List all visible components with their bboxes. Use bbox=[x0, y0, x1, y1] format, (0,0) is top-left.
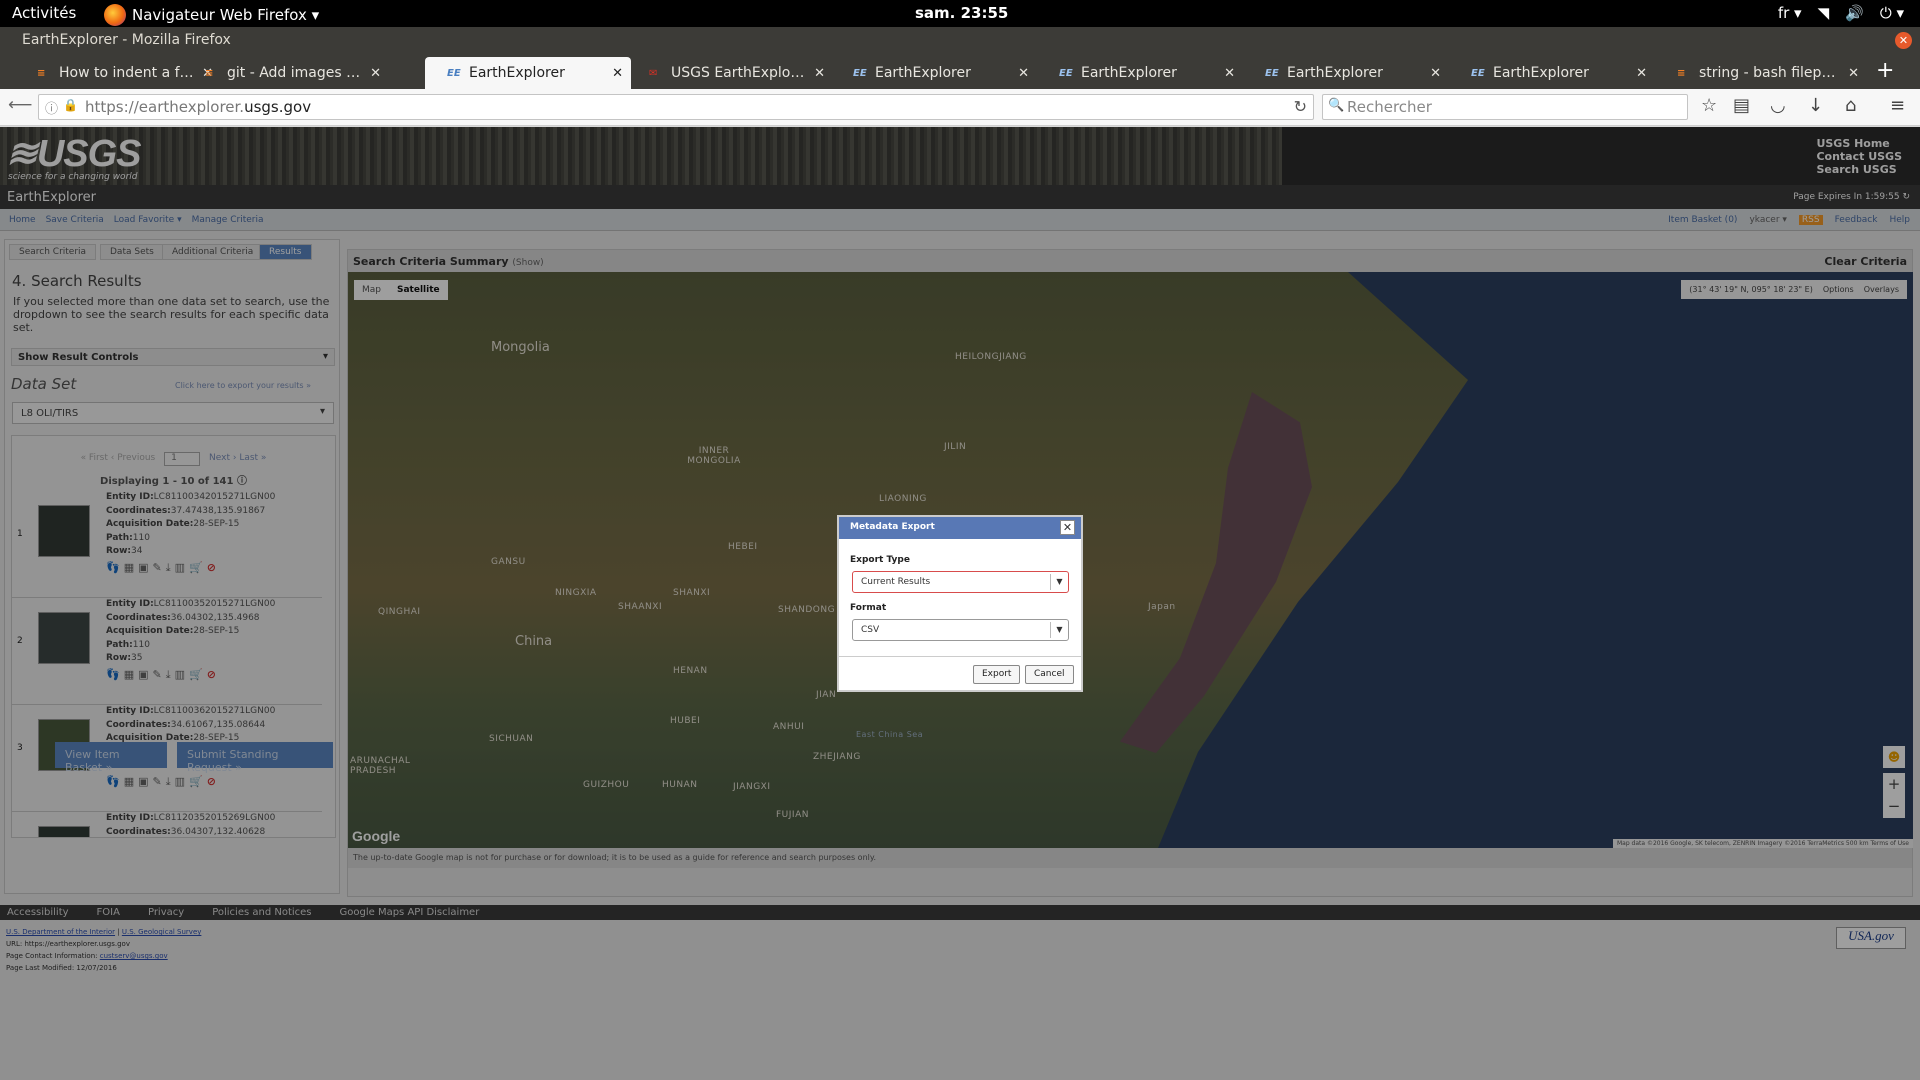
url-prefix: https://earthexplorer. bbox=[85, 98, 245, 116]
tab-8[interactable]: ≡ string - bash filepat... ✕ bbox=[1655, 57, 1867, 89]
tab-3[interactable]: ✉ USGS EarthExplore... ✕ bbox=[627, 57, 833, 89]
chevron-down-icon: ▼ bbox=[1050, 574, 1068, 590]
tab-close-icon[interactable]: ✕ bbox=[1018, 66, 1029, 81]
hamburger-menu-icon[interactable]: ≡ bbox=[1890, 95, 1905, 116]
search-icon: 🔍 bbox=[1328, 98, 1345, 113]
system-tray[interactable]: fr ▾ ◥ 🔊 ⏻ ▾ bbox=[1778, 4, 1904, 22]
chevron-down-icon: ▼ bbox=[1050, 622, 1068, 638]
tab-label: EarthExplorer bbox=[1081, 65, 1177, 81]
tab-label: EarthExplorer bbox=[875, 65, 971, 81]
bookmark-star-icon[interactable]: ☆ bbox=[1701, 95, 1717, 116]
tab-label: USGS EarthExplore... bbox=[671, 65, 809, 81]
tab-close-icon[interactable]: ✕ bbox=[1848, 66, 1859, 81]
info-icon[interactable]: ⓘ bbox=[45, 98, 58, 117]
tab-close-icon[interactable]: ✕ bbox=[814, 66, 825, 81]
dialog-title: Metadata Export bbox=[850, 522, 935, 532]
window-close-icon[interactable]: ✕ bbox=[1895, 32, 1912, 49]
reload-icon[interactable]: ↻ bbox=[1294, 97, 1307, 116]
home-icon[interactable]: ⌂ bbox=[1845, 95, 1856, 116]
volume-icon[interactable]: 🔊 bbox=[1845, 4, 1864, 22]
tab-close-icon[interactable]: ✕ bbox=[612, 66, 623, 81]
tab-6[interactable]: EE EarthExplorer ✕ bbox=[1243, 57, 1449, 89]
tab-close-icon[interactable]: ✕ bbox=[1224, 66, 1235, 81]
system-top-bar: Activités Navigateur Web Firefox ▾ sam. … bbox=[0, 0, 1920, 27]
export-type-value: Current Results bbox=[861, 577, 931, 587]
earthexplorer-icon: EE bbox=[1471, 67, 1485, 79]
language-indicator[interactable]: fr ▾ bbox=[1778, 4, 1802, 22]
power-icon[interactable]: ⏻ ▾ bbox=[1880, 4, 1904, 22]
format-select[interactable]: CSV ▼ bbox=[852, 619, 1069, 641]
download-icon[interactable]: ↓ bbox=[1808, 95, 1823, 116]
tab-label: How to indent a fe... bbox=[59, 65, 197, 81]
clock[interactable]: sam. 23:55 bbox=[915, 4, 1008, 22]
export-type-label: Export Type bbox=[850, 555, 910, 565]
earthexplorer-icon: EE bbox=[1265, 67, 1279, 79]
tab-label: EarthExplorer bbox=[469, 65, 565, 81]
dialog-header: Metadata Export ✕ bbox=[839, 517, 1081, 539]
back-arrow-icon[interactable]: ⟵ bbox=[8, 95, 32, 115]
window-title: EarthExplorer - Mozilla Firefox bbox=[22, 32, 231, 48]
dialog-divider bbox=[839, 656, 1081, 657]
firefox-icon bbox=[104, 4, 126, 26]
tab-close-icon[interactable]: ✕ bbox=[1636, 66, 1647, 81]
format-value: CSV bbox=[861, 625, 880, 635]
tab-1[interactable]: ≡ git - Add images to ... ✕ bbox=[183, 57, 389, 89]
app-menu[interactable]: Navigateur Web Firefox ▾ bbox=[104, 4, 319, 26]
tab-close-icon[interactable]: ✕ bbox=[370, 66, 381, 81]
cancel-button[interactable]: Cancel bbox=[1025, 665, 1074, 684]
lock-icon[interactable]: 🔒 bbox=[63, 98, 78, 112]
stackoverflow-icon: ≡ bbox=[37, 67, 46, 79]
url-bar[interactable]: ⓘ 🔒 https://earthexplorer.usgs.gov ↻ bbox=[38, 94, 1314, 120]
metadata-export-dialog: Metadata Export ✕ Export Type Current Re… bbox=[837, 515, 1083, 692]
search-placeholder: Rechercher bbox=[1347, 98, 1432, 116]
stackoverflow-icon: ≡ bbox=[205, 67, 214, 79]
tab-2-active[interactable]: EE EarthExplorer ✕ bbox=[425, 57, 631, 89]
window-titlebar: EarthExplorer - Mozilla Firefox ✕ bbox=[0, 27, 1920, 55]
tab-close-icon[interactable]: ✕ bbox=[1430, 66, 1441, 81]
pocket-icon[interactable]: ◡ bbox=[1770, 95, 1786, 116]
tab-strip: ≡ How to indent a fe... ✕ ≡ git - Add image… bbox=[0, 55, 1920, 89]
bookmarks-list-icon[interactable]: ▤ bbox=[1733, 95, 1750, 116]
tab-4[interactable]: EE EarthExplorer ✕ bbox=[831, 57, 1037, 89]
app-menu-label: Navigateur Web Firefox ▾ bbox=[132, 6, 320, 24]
earthexplorer-icon: EE bbox=[1059, 67, 1073, 79]
earthexplorer-icon: EE bbox=[853, 67, 867, 79]
tab-7[interactable]: EE EarthExplorer ✕ bbox=[1449, 57, 1655, 89]
wifi-icon[interactable]: ◥ bbox=[1818, 4, 1830, 22]
tab-label: string - bash filepat... bbox=[1699, 65, 1843, 81]
tab-5[interactable]: EE EarthExplorer ✕ bbox=[1037, 57, 1243, 89]
url-domain: usgs.gov bbox=[244, 98, 312, 116]
export-type-select[interactable]: Current Results ▼ bbox=[852, 571, 1069, 593]
stackoverflow-icon: ≡ bbox=[1677, 67, 1686, 79]
tab-label: EarthExplorer bbox=[1493, 65, 1589, 81]
gmail-icon: ✉ bbox=[649, 67, 658, 79]
format-label: Format bbox=[850, 603, 887, 613]
tab-label: git - Add images to ... bbox=[227, 65, 365, 81]
search-input[interactable]: 🔍 Rechercher bbox=[1322, 94, 1688, 120]
activities-button[interactable]: Activités bbox=[12, 4, 76, 22]
earthexplorer-icon: EE bbox=[447, 67, 461, 79]
tab-label: EarthExplorer bbox=[1287, 65, 1383, 81]
navigation-toolbar: ⟵ ⓘ 🔒 https://earthexplorer.usgs.gov ↻ 🔍… bbox=[0, 89, 1920, 126]
export-button[interactable]: Export bbox=[973, 665, 1021, 684]
dialog-close-icon[interactable]: ✕ bbox=[1060, 520, 1075, 535]
new-tab-button[interactable]: + bbox=[1876, 58, 1894, 83]
